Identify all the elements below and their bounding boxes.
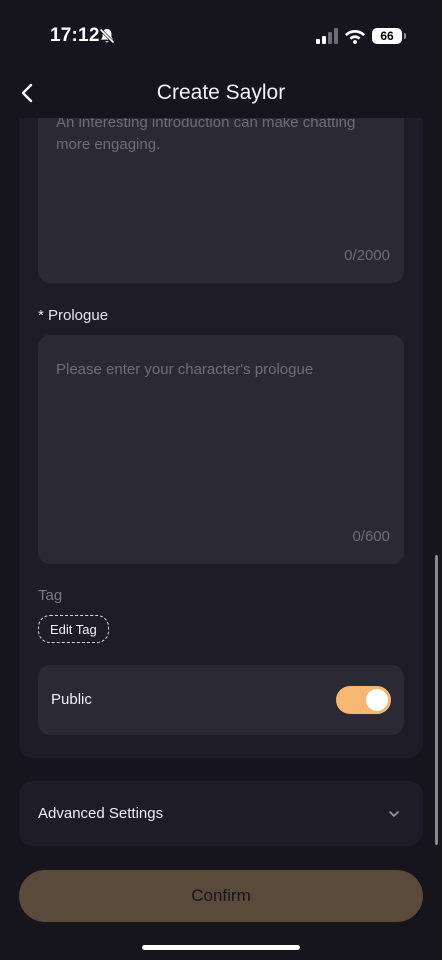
scrollbar[interactable] bbox=[435, 555, 438, 845]
scroll-content[interactable]: An interesting introduction can make cha… bbox=[0, 118, 442, 858]
prologue-label: * Prologue bbox=[38, 307, 109, 324]
introduction-textarea[interactable]: An interesting introduction can make cha… bbox=[38, 118, 404, 283]
tag-label: Tag bbox=[38, 587, 63, 604]
advanced-settings-label: Advanced Settings bbox=[38, 805, 164, 822]
chevron-down-icon bbox=[389, 811, 399, 817]
screen: 17:12 66 Create Saylor An interesting in… bbox=[0, 0, 442, 960]
page-title: Create Saylor bbox=[156, 81, 286, 104]
introduction-counter: 0/2000 bbox=[344, 247, 390, 264]
confirm-button[interactable]: Confirm bbox=[19, 870, 423, 922]
bell-slash-icon bbox=[99, 28, 115, 44]
battery-icon: 66 bbox=[372, 28, 406, 44]
status-time: 17:12 bbox=[50, 25, 100, 46]
battery-level: 66 bbox=[380, 29, 394, 43]
public-toggle[interactable] bbox=[336, 686, 391, 714]
prologue-counter: 0/600 bbox=[352, 528, 390, 545]
nav-bar: Create Saylor bbox=[0, 70, 442, 118]
public-label: Public bbox=[51, 691, 92, 708]
prologue-textarea[interactable]: Please enter your character's prologue 0… bbox=[38, 335, 404, 564]
prologue-placeholder: Please enter your character's prologue bbox=[56, 361, 314, 378]
public-setting-row: Public bbox=[38, 665, 404, 735]
home-indicator bbox=[142, 945, 300, 950]
edit-tag-button[interactable]: Edit Tag bbox=[38, 615, 109, 643]
toggle-knob bbox=[366, 689, 388, 711]
signal-icon bbox=[316, 28, 338, 44]
advanced-settings-row[interactable]: Advanced Settings bbox=[19, 781, 423, 846]
character-form-card: An interesting introduction can make cha… bbox=[19, 118, 423, 758]
status-bar: 17:12 66 bbox=[0, 0, 442, 70]
introduction-placeholder: An interesting introduction can make cha… bbox=[56, 118, 356, 153]
wifi-icon bbox=[345, 30, 365, 44]
